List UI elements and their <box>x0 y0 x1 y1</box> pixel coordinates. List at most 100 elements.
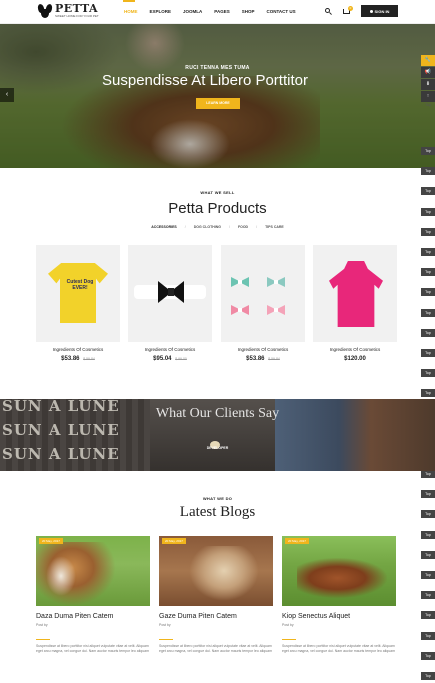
blog-image[interactable]: 20 May, 2017 <box>36 536 150 606</box>
back-to-top-tab[interactable]: Top <box>421 672 435 680</box>
testimonials-title: What Our Clients Say <box>155 406 280 421</box>
background-sign-text: SUN A LUNE <box>2 421 120 439</box>
filter-accessories[interactable]: ACCESSORIES <box>151 225 176 229</box>
back-to-top-tab[interactable]: Top <box>421 591 435 599</box>
blog-excerpt: Suspendisse at libero porttitor nisi ali… <box>159 644 273 653</box>
slider-prev-arrow-icon[interactable]: ‹ <box>0 88 14 102</box>
back-to-top-tab[interactable]: Top <box>421 167 435 175</box>
nav-explore[interactable]: EXPLORE <box>148 0 182 24</box>
blog-meta: Post by <box>36 623 48 627</box>
back-to-top-tab[interactable]: Top <box>421 147 435 155</box>
product-name[interactable]: Ingredients Of Cosmetics <box>221 347 305 352</box>
back-to-top-tab[interactable]: Top <box>421 571 435 579</box>
filter-tips-care[interactable]: TIPS CARE <box>265 225 284 229</box>
hero-subtitle: RUCI TENNA MES TUMA <box>185 65 250 71</box>
product-price: $53.86 <box>61 356 80 362</box>
back-to-top-tab[interactable]: Top <box>421 389 435 397</box>
blog-date-badge: 20 May, 2017 <box>285 538 309 544</box>
back-to-top-tab[interactable]: Top <box>421 228 435 236</box>
back-to-top-tab[interactable]: Top <box>421 248 435 256</box>
product-name[interactable]: Ingredients Of Cosmetics <box>313 347 397 352</box>
sign-in-button[interactable]: SIGN IN <box>361 5 398 17</box>
product-price-row: $53.86 $ 59.84 <box>36 356 120 362</box>
blog-title[interactable]: Gaze Duma Piten Catem <box>159 613 273 620</box>
back-to-top-tab[interactable]: Top <box>421 632 435 640</box>
product-price: $95.04 <box>153 356 172 362</box>
product-price: $53.86 <box>246 356 265 362</box>
logo[interactable]: PETTA SWEET HOME FOR YOUR PET <box>36 2 99 18</box>
product-card[interactable]: Ingredients Of Cosmetics $120.00 <box>313 245 397 362</box>
product-card[interactable]: Ingredients Of Cosmetics $53.86 $ 59.84 <box>221 245 305 362</box>
side-toolbar: 🔧 📢 ⬇ ↑ Top <box>421 55 435 107</box>
user-icon <box>369 9 373 13</box>
blog-meta: Post by <box>159 623 171 627</box>
page: PETTA SWEET HOME FOR YOUR PET HOME EXPLO… <box>0 0 435 683</box>
back-to-top-tab[interactable]: Top <box>421 652 435 660</box>
product-image[interactable] <box>313 245 397 342</box>
back-to-top-tab[interactable]: Top <box>421 611 435 619</box>
filter-food[interactable]: FOOD <box>238 225 248 229</box>
products-title: Petta Products <box>168 200 267 217</box>
product-image[interactable] <box>221 245 305 342</box>
product-image[interactable]: Cutest Dog EVER! <box>36 245 120 342</box>
blog-title[interactable]: Kiop Senectus Aliquet <box>282 613 396 620</box>
cart-count-badge: 0 <box>348 6 353 11</box>
blog-meta: Post by <box>282 623 294 627</box>
products-kicker: WHAT WE SELL <box>200 190 235 195</box>
nav-pages[interactable]: PAGES <box>212 0 239 24</box>
back-to-top-tab[interactable]: Top <box>421 329 435 337</box>
blog-card[interactable]: 20 May, 2017 Kiop Senectus Aliquet Post … <box>282 536 396 654</box>
download-icon[interactable]: ⬇ <box>421 79 435 90</box>
product-price-row: $95.04 $ 99.00 <box>128 356 212 362</box>
back-to-top-tab[interactable]: Top <box>421 268 435 276</box>
back-to-top-tab[interactable]: Top <box>421 470 435 478</box>
testimonials-band: SUN A LUNE SUN A LUNE SUN A LUNE What Ou… <box>0 399 435 471</box>
product-old-price: $ 99.00 <box>175 357 187 361</box>
top-label: Top <box>425 103 431 107</box>
product-card[interactable]: Cutest Dog EVER! Ingredients Of Cosmetic… <box>36 245 120 362</box>
filter-dog-clothing[interactable]: DOG CLOTHING <box>194 225 221 229</box>
product-name[interactable]: Ingredients Of Cosmetics <box>36 347 120 352</box>
back-to-top-tab[interactable]: Top <box>421 369 435 377</box>
blog-excerpt: Suspendisse at libero porttitor nisi ali… <box>282 644 396 653</box>
hero-slider: RUCI TENNA MES TUMA Suspendisse At Liber… <box>0 24 435 168</box>
back-to-top-tab[interactable]: Top <box>421 551 435 559</box>
back-to-top-tab[interactable]: Top <box>421 349 435 357</box>
product-name[interactable]: Ingredients Of Cosmetics <box>128 347 212 352</box>
tshirt-print-text: Cutest Dog EVER! <box>66 279 94 291</box>
product-card[interactable]: Ingredients Of Cosmetics $95.04 $ 99.00 <box>128 245 212 362</box>
blogs-kicker: WHAT WE DO <box>202 496 233 501</box>
arrow-up-icon[interactable]: ↑ <box>421 91 435 102</box>
nav-home[interactable]: HOME <box>122 0 148 24</box>
blogs-title: Latest Blogs <box>179 504 256 520</box>
client-name: DEVELOPER <box>206 446 229 450</box>
product-old-price: $ 59.84 <box>83 357 95 361</box>
blog-title[interactable]: Daza Duma Piten Catem <box>36 613 150 620</box>
back-to-top-tab[interactable]: Top <box>421 309 435 317</box>
blog-image[interactable]: 20 May, 2017 <box>282 536 396 606</box>
product-image[interactable] <box>128 245 212 342</box>
blog-excerpt: Suspendisse at libero porttitor nisi ali… <box>36 644 150 653</box>
logo-name: PETTA <box>55 2 99 15</box>
back-to-top-tab[interactable]: Top <box>421 288 435 296</box>
hero-learn-more-button[interactable]: LEARN MORE <box>196 98 240 109</box>
nav-shop[interactable]: SHOP <box>240 0 265 24</box>
blog-image[interactable]: 20 May, 2017 <box>159 536 273 606</box>
nav-contact[interactable]: CONTACT US <box>264 0 305 24</box>
product-old-price: $ 59.84 <box>268 357 280 361</box>
nav-joomla[interactable]: JOOMLA <box>181 0 212 24</box>
sign-in-label: SIGN IN <box>374 8 390 14</box>
cart-icon[interactable]: 0 <box>343 6 353 15</box>
product-filters: ACCESSORIES / DOG CLOTHING / FOOD / TIPS… <box>151 225 284 229</box>
back-to-top-tab[interactable]: Top <box>421 531 435 539</box>
search-icon[interactable] <box>325 8 332 15</box>
logo-tagline: SWEET HOME FOR YOUR PET <box>55 14 99 18</box>
blog-card[interactable]: 20 May, 2017 Gaze Duma Piten Catem Post … <box>159 536 273 654</box>
blog-card[interactable]: 20 May, 2017 Daza Duma Piten Catem Post … <box>36 536 150 654</box>
wrench-icon[interactable]: 🔧 <box>421 55 435 66</box>
blog-date-badge: 20 May, 2017 <box>39 538 63 544</box>
hero-title: Suspendisse At Libero Porttitor <box>102 72 308 89</box>
site-header: PETTA SWEET HOME FOR YOUR PET HOME EXPLO… <box>0 0 435 24</box>
blog-date-badge: 20 May, 2017 <box>162 538 186 544</box>
megaphone-icon[interactable]: 📢 <box>421 67 435 78</box>
